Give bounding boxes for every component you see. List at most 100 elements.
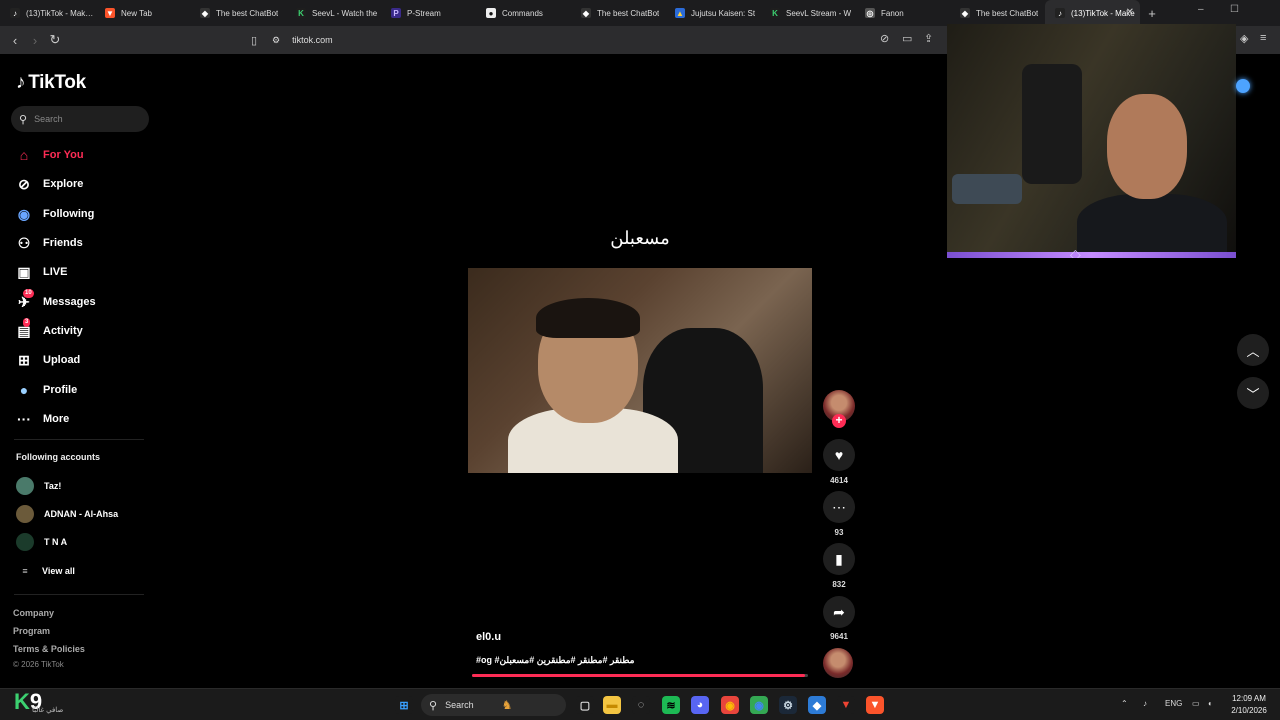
comment-count: 93 xyxy=(834,528,844,537)
browser-tab[interactable]: ♪ (13)TikTok - Make Your Day xyxy=(0,0,95,26)
app-b-icon[interactable]: ◆ xyxy=(808,696,826,714)
reload-icon[interactable]: ↻ xyxy=(45,30,65,50)
following-account[interactable]: ADNAN - Al-Ahsa xyxy=(16,504,118,524)
steam-icon[interactable]: ⚙ xyxy=(779,696,797,714)
browser-tab[interactable]: ♪ (13)TikTok - Make ✕ xyxy=(1045,0,1140,26)
like-button[interactable]: ♥ xyxy=(823,439,855,471)
site-info-icon[interactable]: ⚙ xyxy=(272,35,280,46)
footer-program[interactable]: Program xyxy=(13,626,50,636)
nav-item-more[interactable]: ··· More xyxy=(14,408,69,430)
app-a-icon[interactable]: ◌ xyxy=(632,696,650,714)
nav-item-for-you[interactable]: ⌂ For You xyxy=(14,144,84,166)
notification-badge: 10 xyxy=(23,289,34,298)
clock[interactable]: 12:09 AM 2/10/2026 xyxy=(1226,693,1272,717)
account-name: Taz! xyxy=(44,481,62,491)
following-accounts-title: Following accounts xyxy=(16,452,101,462)
brave-shield-icon[interactable]: ◈ xyxy=(1240,32,1248,45)
tab-title: New Tab xyxy=(121,8,152,18)
nav-item-friends[interactable]: ⚇ Friends xyxy=(14,232,83,254)
nav-item-explore[interactable]: ⊘ Explore xyxy=(14,173,83,195)
share-page-icon[interactable]: ⇪ xyxy=(924,32,933,45)
nav-item-activity[interactable]: ▤ 3 Activity xyxy=(14,318,83,342)
minimize-icon[interactable]: – xyxy=(1198,4,1204,15)
chrome-icon[interactable]: ◉ xyxy=(721,696,739,714)
video-hashtags[interactable]: #og #مطنقر #مطنقر #مطنقرين #مسعبلن xyxy=(476,655,634,666)
tiktok-logo[interactable]: ♪ TikTok xyxy=(16,72,86,94)
nav-label: Activity xyxy=(43,325,83,337)
footer-terms[interactable]: Terms & Policies xyxy=(13,644,85,654)
share-icon: ➦ xyxy=(833,603,845,620)
browser-tab[interactable]: ● Commands xyxy=(476,0,571,26)
back-icon[interactable]: ‹ xyxy=(5,30,25,50)
display-icon[interactable]: ▭ xyxy=(1192,699,1200,708)
browser-tab[interactable]: K SeevL Stream - W xyxy=(760,0,855,26)
search-input[interactable]: ⚲ Search xyxy=(11,106,149,132)
browser-tab[interactable]: ▲ Jujutsu Kaisen: St xyxy=(665,0,760,26)
task-view-icon[interactable]: ▢ xyxy=(576,696,594,714)
brave-icon[interactable]: ▼ xyxy=(866,696,884,714)
video-progress-bar[interactable] xyxy=(472,674,808,677)
bookmark-icon[interactable]: ▯ xyxy=(244,30,264,50)
video-author[interactable]: el0.u xyxy=(476,631,501,643)
following-account[interactable]: T N A xyxy=(16,532,67,552)
maximize-icon[interactable]: ☐ xyxy=(1230,4,1239,15)
address-bar[interactable]: ⚙ tiktok.com xyxy=(272,30,872,50)
nav-glyph: ⊘ xyxy=(18,175,30,192)
account-name: T N A xyxy=(44,537,68,547)
video-overlay-caption: مسعبلن xyxy=(610,228,670,248)
nav-glyph: ··· xyxy=(17,411,31,427)
nav-glyph: ◉ xyxy=(17,205,31,222)
follow-button[interactable]: + xyxy=(832,414,846,428)
tab-close-icon[interactable]: ✕ xyxy=(1126,7,1134,18)
forward-icon[interactable]: › xyxy=(25,30,45,50)
language-indicator[interactable]: ENG xyxy=(1165,699,1182,708)
save-button[interactable]: ▮ xyxy=(823,543,855,575)
tiktok-note-icon: ♪ xyxy=(16,72,26,93)
comment-button[interactable]: ⋯ xyxy=(823,491,855,523)
no-tracking-icon[interactable]: ⊘ xyxy=(880,32,889,45)
tab-title: SeevL - Watch the xyxy=(312,8,378,18)
nav-item-upload[interactable]: ⊞ Upload xyxy=(14,349,80,371)
view-all-link[interactable]: ≡ View all xyxy=(16,561,75,581)
browser-tab[interactable]: ▼ New Tab xyxy=(95,0,190,26)
browser-tab[interactable]: ◎ Fanon xyxy=(855,0,950,26)
mic-icon[interactable]: ♪ xyxy=(1143,699,1147,708)
footer-company[interactable]: Company xyxy=(13,608,54,618)
file-explorer-icon[interactable]: ▬ xyxy=(603,696,621,714)
webcam-person-face xyxy=(1107,94,1187,199)
next-video-button[interactable]: ﹀ xyxy=(1237,377,1269,409)
windows-taskbar: K9 صافي غالبًا ⊞ ▢ ▬ ◌ ≋ ◕ ◉ ◉ ⚙ ◆ ▼ ▼ ⚲ Search ♞ ⌃… xyxy=(0,688,1280,720)
new-tab-button[interactable]: + xyxy=(1140,0,1164,26)
share-button[interactable]: ➦ xyxy=(823,596,855,628)
browser-tab-strip: ♪ (13)TikTok - Make Your Day ▼ New Tab ◆ The … xyxy=(0,0,1280,26)
menu-icon[interactable]: ≡ xyxy=(1260,32,1266,44)
cast-icon[interactable]: ▭ xyxy=(902,32,912,45)
music-disc-avatar[interactable] xyxy=(823,648,853,678)
volume-icon[interactable]: ◐ xyxy=(1208,699,1213,708)
nav-label: Upload xyxy=(43,354,81,366)
nav-item-messages[interactable]: ✈ 10 Messages xyxy=(14,289,96,313)
spotify-icon[interactable]: ≋ xyxy=(662,696,680,714)
view-all-label: View all xyxy=(42,566,75,576)
browser-tab[interactable]: ◆ The best ChatBot xyxy=(571,0,666,26)
windows-icon[interactable]: ⊞ xyxy=(395,696,413,714)
taskbar-search[interactable]: ⚲ Search ♞ xyxy=(421,694,566,716)
webcam-frame-logo: ◇ xyxy=(1070,246,1081,258)
app-c-icon[interactable]: ▼ xyxy=(837,696,855,714)
browser-tab[interactable]: K SeevL - Watch the xyxy=(286,0,381,26)
following-account[interactable]: Taz! xyxy=(16,476,61,496)
nav-item-profile[interactable]: ● Profile xyxy=(14,379,77,401)
tray-overflow-icon[interactable]: ⌃ xyxy=(1121,699,1128,708)
chrome-b-icon[interactable]: ◉ xyxy=(750,696,768,714)
browser-tab[interactable]: ◆ The best ChatBot xyxy=(950,0,1045,26)
nav-item-following[interactable]: ◉ Following xyxy=(14,203,94,225)
browser-tab[interactable]: ◆ The best ChatBot xyxy=(190,0,285,26)
browser-tab[interactable]: P P-Stream xyxy=(381,0,476,26)
nav-item-live[interactable]: ▣ LIVE xyxy=(14,261,67,283)
video-player[interactable] xyxy=(468,268,812,473)
previous-video-button[interactable]: ︿ xyxy=(1237,334,1269,366)
floating-orb-icon[interactable] xyxy=(1236,79,1250,93)
discord-icon[interactable]: ◕ xyxy=(691,696,709,714)
nav-label: Messages xyxy=(43,296,96,308)
tab-favicon-icon: ♪ xyxy=(10,8,20,18)
